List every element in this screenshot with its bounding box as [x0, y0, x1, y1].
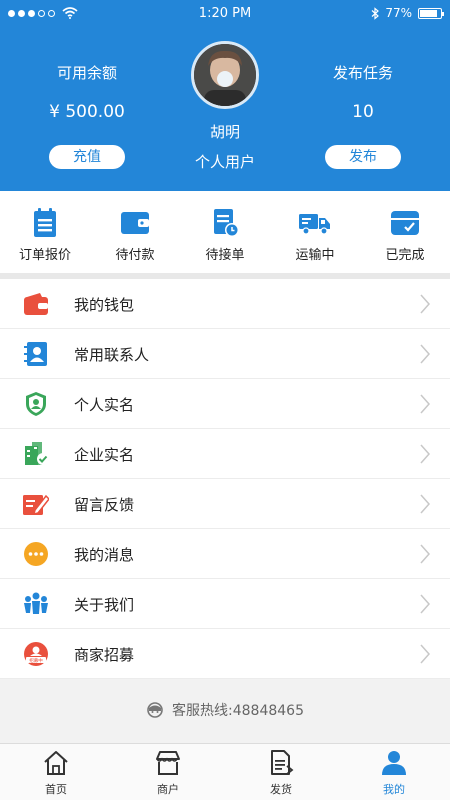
recruit-badge-text: 招募中 — [29, 657, 43, 664]
chevron-right-icon — [420, 394, 430, 414]
username: 胡明 — [209, 123, 240, 141]
home-icon — [44, 751, 68, 775]
tab-label: 商户 — [157, 783, 179, 796]
order-quote-item[interactable]: 订单报价 — [0, 191, 90, 273]
tab-label: 首页 — [45, 783, 67, 796]
menu-item-label: 我的钱包 — [74, 296, 135, 314]
menu-item-recruit[interactable]: 招募中 商家招募 — [0, 629, 450, 679]
customer-service-hotline[interactable]: 客服热线:48848465 — [0, 700, 450, 720]
menu-item-label: 商家招募 — [74, 646, 135, 664]
bluetooth-icon — [371, 6, 380, 20]
menu-item-label: 关于我们 — [74, 596, 135, 614]
profile-icon — [382, 751, 406, 775]
recharge-button[interactable]: 充值 — [49, 145, 125, 169]
publish-button[interactable]: 发布 — [325, 145, 401, 169]
tasks-label: 发布任务 — [332, 64, 393, 82]
menu-item-enterprise-verify[interactable]: 企业实名 — [0, 429, 450, 479]
chevron-right-icon — [420, 444, 430, 464]
avatar[interactable] — [191, 41, 259, 109]
completed-label: 已完成 — [385, 248, 425, 263]
chevron-right-icon — [420, 544, 430, 564]
menu-item-contacts[interactable]: 常用联系人 — [0, 329, 450, 379]
menu-item-wallet[interactable]: 我的钱包 — [0, 279, 450, 329]
chevron-right-icon — [420, 494, 430, 514]
customer-service-icon — [147, 702, 163, 718]
tab-merchant[interactable]: 商户 — [112, 744, 224, 800]
tab-label: 我的 — [383, 783, 405, 796]
menu-item-label: 个人实名 — [74, 396, 135, 414]
status-bar: 1:20 PM 77% — [0, 0, 450, 28]
pending-payment-item[interactable]: 待付款 — [90, 191, 180, 273]
order-quote-label: 订单报价 — [18, 248, 71, 263]
tasks-value: 10 — [352, 102, 374, 122]
balance-value: ¥ 500.00 — [49, 102, 125, 122]
menu-item-about[interactable]: 关于我们 — [0, 579, 450, 629]
wallet-icon — [24, 293, 48, 315]
tab-label: 发货 — [270, 783, 292, 796]
in-transit-item[interactable]: 运输中 — [270, 191, 360, 273]
pending-accept-label: 待接单 — [205, 248, 245, 263]
bottom-tab-bar: 首页 商户 发货 我的 — [0, 743, 450, 800]
settings-menu: 我的钱包 常用联系人 个人实名 企业实名 留言反馈 我的消息 关于我们 招募中 … — [0, 279, 450, 679]
shield-user-icon — [26, 392, 46, 416]
tab-ship[interactable]: 发货 — [225, 744, 337, 800]
battery-icon — [418, 7, 444, 19]
menu-item-label: 留言反馈 — [74, 496, 135, 514]
battery-percent: 77% — [385, 6, 412, 20]
team-icon — [24, 592, 48, 614]
enterprise-verify-icon — [25, 442, 49, 465]
menu-item-personal-verify[interactable]: 个人实名 — [0, 379, 450, 429]
chevron-right-icon — [420, 644, 430, 664]
chevron-right-icon — [420, 594, 430, 614]
store-icon — [156, 751, 180, 775]
completed-box-icon — [391, 211, 419, 235]
menu-item-feedback[interactable]: 留言反馈 — [0, 479, 450, 529]
menu-item-messages[interactable]: 我的消息 — [0, 529, 450, 579]
truck-icon — [299, 214, 330, 235]
in-transit-label: 运输中 — [295, 248, 335, 263]
completed-item[interactable]: 已完成 — [360, 191, 450, 273]
tab-profile[interactable]: 我的 — [338, 744, 450, 800]
menu-item-label: 常用联系人 — [74, 346, 150, 364]
menu-item-label: 企业实名 — [74, 446, 135, 464]
profile-header: 可用余额 ¥ 500.00 充值 胡明 个人用户 发布任务 10 发布 — [0, 28, 450, 191]
wallet-icon — [121, 212, 149, 234]
contacts-icon — [24, 342, 47, 366]
menu-item-label: 我的消息 — [74, 546, 135, 564]
message-icon — [24, 542, 48, 566]
shipment-icon — [271, 750, 294, 775]
chevron-right-icon — [420, 344, 430, 364]
pending-accept-item[interactable]: 待接单 — [180, 191, 270, 273]
pending-payment-label: 待付款 — [115, 248, 155, 263]
order-quote-icon — [34, 208, 56, 237]
tab-home[interactable]: 首页 — [0, 744, 112, 800]
balance-label: 可用余额 — [56, 64, 117, 82]
user-type: 个人用户 — [194, 153, 255, 171]
pending-document-icon — [214, 209, 239, 237]
recruit-icon: 招募中 — [24, 642, 48, 666]
order-status-bar: 订单报价 待付款 待接单 运输中 已完成 — [0, 191, 450, 273]
hotline-text: 客服热线:48848465 — [172, 703, 304, 719]
feedback-icon — [23, 494, 49, 516]
chevron-right-icon — [420, 294, 430, 314]
